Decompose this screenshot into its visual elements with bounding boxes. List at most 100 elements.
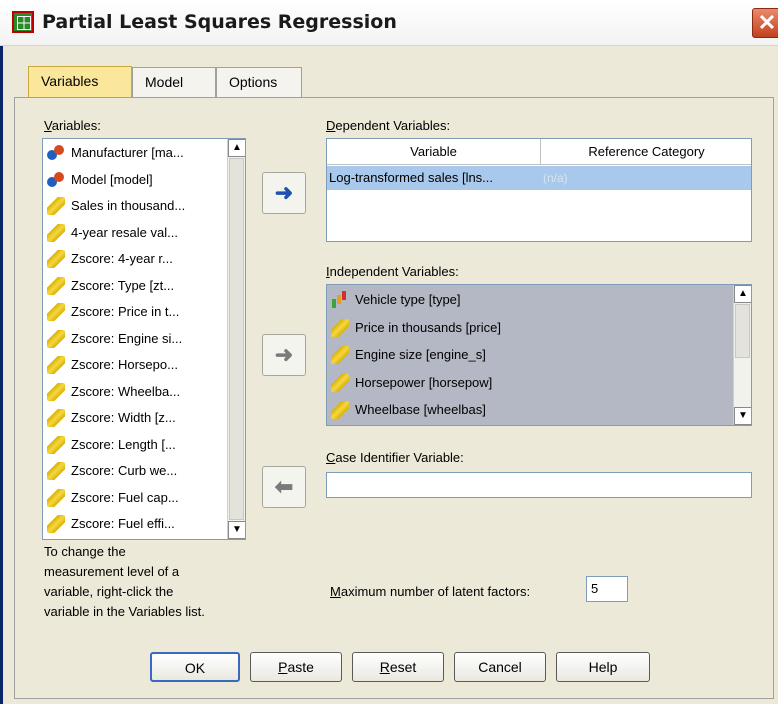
list-item-label: Vehicle type [type] — [355, 292, 461, 307]
scale-icon — [331, 346, 349, 364]
move-to-dependent-button[interactable]: ➜ — [262, 172, 306, 214]
scroll-thumb[interactable] — [735, 304, 750, 358]
scale-icon — [47, 462, 65, 480]
list-item[interactable]: 4-year resale val... — [47, 220, 178, 246]
list-item[interactable]: Engine size [engine_s] — [331, 342, 486, 368]
table-row[interactable]: Log-transformed sales [lns... (n/a) — [327, 166, 751, 190]
close-icon: ✕ — [757, 10, 777, 35]
scale-icon — [47, 250, 65, 268]
list-item[interactable]: Zscore: Length [... — [47, 432, 176, 458]
scroll-up-button[interactable]: ▲ — [228, 139, 245, 157]
tab-variables[interactable]: Variables — [28, 66, 132, 98]
help-text: To change the measurement level of a var… — [44, 542, 205, 622]
list-item[interactable]: Zscore: Width [z... — [47, 405, 176, 431]
reference-category-cell: (n/a) — [543, 171, 568, 185]
list-item-label: Model [model] — [71, 171, 153, 187]
list-item[interactable]: Model [model] — [47, 167, 153, 193]
column-header-variable: Variable — [327, 139, 541, 165]
scale-icon — [47, 356, 65, 374]
independent-scrollbar[interactable]: ▲ ▼ — [733, 285, 751, 425]
scroll-up-icon: ▲ — [232, 142, 242, 153]
close-button[interactable]: ✕ — [752, 8, 778, 38]
list-item[interactable]: Price in thousands [price] — [331, 315, 501, 341]
help-text-line: To change the — [44, 544, 126, 559]
variables-list[interactable]: Manufacturer [ma... Model [model] Sales in… — [42, 138, 246, 540]
scroll-down-button[interactable]: ▼ — [228, 521, 245, 539]
list-item-label: Zscore: Horsepo... — [71, 357, 178, 372]
list-item-label: Zscore: Wheelba... — [71, 383, 181, 399]
dependent-table[interactable]: Variable Reference Category Log-transfor… — [326, 138, 752, 242]
reset-button[interactable]: Reset — [352, 652, 444, 682]
tab-options[interactable]: Options — [216, 67, 302, 97]
scale-icon — [331, 318, 349, 337]
scale-icon — [331, 373, 349, 392]
scale-icon — [47, 435, 65, 454]
list-item-label: Zscore: 4-year r... — [71, 251, 173, 266]
list-item[interactable]: Vehicle type [type] — [331, 287, 461, 313]
dependent-variable-cell: Log-transformed sales [lns... — [329, 170, 494, 185]
tab-model[interactable]: Model — [132, 67, 216, 97]
scale-icon — [47, 488, 65, 507]
list-item-label: Zscore: Length [... — [71, 436, 176, 452]
list-item[interactable]: Zscore: Horsepo... — [47, 352, 178, 378]
list-item[interactable]: Zscore: Curb we... — [47, 458, 177, 484]
independent-list[interactable]: Vehicle type [type] Price in thousands [p… — [326, 284, 752, 426]
list-item[interactable]: Sales in thousand... — [47, 193, 185, 219]
nominal-icon — [47, 171, 65, 189]
window-title: Partial Least Squares Regression — [42, 11, 397, 33]
scale-icon — [331, 401, 349, 419]
list-item-label: Zscore: Price in t... — [71, 304, 180, 319]
app-icon — [12, 11, 34, 33]
scroll-down-button[interactable]: ▼ — [734, 407, 751, 425]
list-item-label: Zscore: Type [zt... — [71, 277, 175, 293]
scroll-up-button[interactable]: ▲ — [734, 285, 751, 303]
column-header-reference-category: Reference Category — [541, 139, 751, 165]
list-item-label: Sales in thousand... — [71, 198, 186, 213]
list-item[interactable]: Wheelbase [wheelbas] — [331, 397, 486, 423]
scale-icon — [47, 382, 65, 401]
help-text-line: variable, right-click the — [44, 584, 174, 599]
list-item-label: Zscore: Width [z... — [71, 410, 176, 425]
ok-button[interactable]: OK — [150, 652, 240, 682]
variables-label: Variables: — [44, 118, 101, 133]
list-item-label: Zscore: Fuel cap... — [71, 489, 179, 505]
list-item-label: Horsepower [horsepow] — [355, 374, 493, 390]
dependent-label: Dependent Variables: — [326, 118, 451, 133]
title-bar: Partial Least Squares Regression ✕ — [0, 0, 778, 46]
scale-icon — [47, 197, 65, 215]
scale-icon — [47, 303, 65, 321]
move-case-identifier-button[interactable]: ⬅ — [262, 466, 306, 508]
right-arrow-icon: ➜ — [274, 342, 294, 367]
cancel-button[interactable]: Cancel — [454, 652, 546, 682]
scale-icon — [47, 409, 65, 427]
list-item[interactable]: Zscore: Type [zt... — [47, 273, 174, 299]
left-arrow-icon: ⬅ — [274, 474, 294, 499]
list-item[interactable]: Zscore: Engine si... — [47, 326, 182, 352]
scroll-down-icon: ▼ — [232, 524, 242, 535]
list-item-label: Wheelbase [wheelbas] — [355, 402, 486, 417]
list-item-label: 4-year resale val... — [71, 224, 178, 240]
paste-button[interactable]: Paste — [250, 652, 342, 682]
latent-factors-input[interactable]: 5 — [586, 576, 628, 602]
scale-icon — [47, 515, 65, 533]
list-item[interactable]: Zscore: 4-year r... — [47, 246, 173, 272]
nominal-icon — [47, 144, 65, 162]
tab-strip: Variables Model Options — [14, 64, 774, 98]
case-identifier-field[interactable] — [326, 472, 752, 498]
case-identifier-label: Case Identifier Variable: — [326, 450, 464, 465]
list-item-label: Zscore: Curb we... — [71, 463, 178, 478]
move-to-independent-button[interactable]: ➜ — [262, 334, 306, 376]
list-item[interactable]: Horsepower [horsepow] — [331, 370, 492, 396]
list-item[interactable]: Zscore: Fuel effi... — [47, 511, 175, 537]
list-item[interactable]: Zscore: Wheelba... — [47, 379, 180, 405]
list-item[interactable]: Zscore: Price in t... — [47, 299, 179, 325]
scroll-thumb[interactable] — [229, 158, 244, 520]
help-button[interactable]: Help — [556, 652, 650, 682]
help-text-line: variable in the Variables list. — [44, 604, 205, 619]
variables-scrollbar[interactable]: ▲ ▼ — [227, 139, 245, 539]
list-item-label: Zscore: Engine si... — [71, 330, 183, 346]
list-item[interactable]: Manufacturer [ma... — [47, 140, 184, 166]
list-item[interactable]: Zscore: Fuel cap... — [47, 485, 179, 511]
list-item-label: Price in thousands [price] — [355, 319, 501, 335]
scale-icon — [47, 329, 65, 348]
